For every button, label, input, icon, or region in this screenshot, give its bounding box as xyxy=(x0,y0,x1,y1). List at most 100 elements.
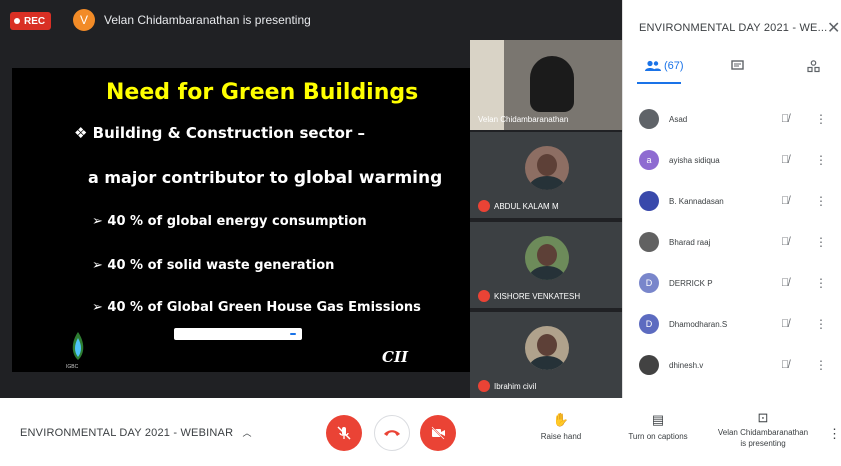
participant-avatar: a xyxy=(639,150,659,170)
presenting-button[interactable]: ⊡ Velan Chidambaranathan is presenting xyxy=(708,410,818,449)
bottom-control-bar: ENVIRONMENTAL DAY 2021 - WEBINAR ︿ ✋ Rai… xyxy=(0,398,841,466)
participant-tile[interactable]: KISHORE VENKATESH xyxy=(470,222,622,308)
presenter-avatar: V xyxy=(73,9,95,31)
participant-tile[interactable]: Velan Chidambaranathan xyxy=(470,40,622,130)
slide-bullet-2b: global warming xyxy=(293,168,443,188)
list-item[interactable]: a ayisha sidiqua 🎙̸ ⋮ xyxy=(623,145,841,175)
meeting-details-panel: ENVIRONMENTAL DAY 2021 - WE... ✕ (67) As… xyxy=(622,0,841,398)
list-item[interactable]: B. Kannadasan 🎙̸ ⋮ xyxy=(623,186,841,216)
tab-activities[interactable] xyxy=(807,60,820,73)
more-options-icon[interactable]: ⋮ xyxy=(815,112,827,126)
igbc-logo-label: IGBC xyxy=(66,364,79,370)
presenting-status: Velan Chidambaranathan is presenting xyxy=(104,13,311,27)
camera-toggle-button[interactable] xyxy=(420,415,456,451)
tab-chat[interactable] xyxy=(731,60,744,72)
participant-name: B. Kannadasan xyxy=(669,196,724,206)
top-bar: REC V Velan Chidambaranathan is presenti… xyxy=(0,0,622,40)
slide-sub-bullet-1: ➢ 40 % of global energy consumption xyxy=(92,214,367,229)
stop-sharing-button[interactable] xyxy=(290,333,296,335)
chat-icon xyxy=(731,60,744,70)
participant-avatar xyxy=(639,355,659,375)
participant-avatar: D xyxy=(639,314,659,334)
hang-up-icon xyxy=(384,430,400,436)
list-item[interactable]: Asad 🎙̸ ⋮ xyxy=(623,104,841,134)
close-icon[interactable]: ✕ xyxy=(827,18,840,38)
camera-feed xyxy=(530,56,574,112)
meeting-title-button[interactable]: ENVIRONMENTAL DAY 2021 - WEBINAR ︿ xyxy=(20,426,252,439)
muted-icon xyxy=(478,290,490,302)
participant-photo xyxy=(525,326,569,370)
list-item[interactable]: D Dhamodharan.S 🎙̸ ⋮ xyxy=(623,309,841,339)
mic-off-icon: 🎙̸ xyxy=(781,277,790,289)
slide-bullet-2a: a major contributor to xyxy=(88,168,289,187)
meeting-title: ENVIRONMENTAL DAY 2021 - WEBINAR xyxy=(20,427,234,439)
raise-hand-button[interactable]: ✋ Raise hand xyxy=(536,412,586,441)
cii-logo: CII xyxy=(382,348,408,366)
slide-bullet-2: a major contributor to global warming xyxy=(88,168,442,188)
participant-avatar xyxy=(639,109,659,129)
muted-icon xyxy=(478,380,490,392)
panel-tabs: (67) xyxy=(623,54,841,84)
activities-icon xyxy=(807,60,820,73)
tile-name-label: ABDUL KALAM M xyxy=(478,200,559,212)
participant-name: DERRICK P xyxy=(669,278,713,288)
meet-window: REC V Velan Chidambaranathan is presenti… xyxy=(0,0,841,466)
mic-off-icon: 🎙̸ xyxy=(781,195,790,207)
captions-icon: ▤ xyxy=(651,412,665,427)
mic-off-icon: 🎙̸ xyxy=(781,113,790,125)
participant-avatar xyxy=(639,232,659,252)
more-options-icon[interactable]: ⋮ xyxy=(815,194,827,208)
slide-sub-bullet-3: ➢ 40 % of Global Green House Gas Emissio… xyxy=(92,300,421,315)
panel-title: ENVIRONMENTAL DAY 2021 - WE... xyxy=(639,22,828,34)
chevron-up-icon: ︿ xyxy=(242,428,252,438)
participant-name: ayisha sidiqua xyxy=(669,155,720,165)
recording-badge: REC xyxy=(10,12,52,30)
people-count: (67) xyxy=(664,60,684,72)
more-options-icon[interactable]: ⋮ xyxy=(815,276,827,290)
tile-name-label: KISHORE VENKATESH xyxy=(478,290,580,302)
present-screen-icon: ⊡ xyxy=(757,410,769,425)
captions-label: Turn on captions xyxy=(628,432,688,441)
hand-icon: ✋ xyxy=(552,412,570,427)
participant-avatar xyxy=(639,191,659,211)
participant-tile[interactable]: ABDUL KALAM M xyxy=(470,132,622,218)
list-item[interactable]: Bharad raaj 🎙̸ ⋮ xyxy=(623,227,841,257)
participant-avatar: D xyxy=(639,273,659,293)
captions-button[interactable]: ▤ Turn on captions xyxy=(618,412,698,441)
active-tab-indicator xyxy=(637,82,681,84)
tile-name-label: Velan Chidambaranathan xyxy=(478,115,569,124)
more-options-icon[interactable]: ⋮ xyxy=(815,358,827,372)
slide-sub-bullet-2: ➢ 40 % of solid waste generation xyxy=(92,258,335,273)
mic-off-icon xyxy=(337,426,351,440)
raise-hand-label: Raise hand xyxy=(540,432,582,441)
more-options-icon[interactable]: ⋮ xyxy=(815,317,827,331)
participant-photo xyxy=(525,146,569,190)
tile-name-label: Ibrahim civil xyxy=(478,380,536,392)
camera-off-icon xyxy=(431,426,445,440)
participant-name: dhinesh.v xyxy=(669,360,704,370)
participant-name: Asad xyxy=(669,114,688,124)
people-icon xyxy=(645,60,661,71)
screen-share-notice xyxy=(174,328,302,340)
rec-label: REC xyxy=(24,15,46,27)
mic-off-icon: 🎙̸ xyxy=(781,359,790,371)
presenting-label-1: Velan Chidambaranathan xyxy=(717,428,809,437)
mic-off-icon: 🎙̸ xyxy=(781,154,790,166)
mic-off-icon: 🎙̸ xyxy=(781,318,790,330)
muted-icon xyxy=(478,200,490,212)
mic-off-icon: 🎙̸ xyxy=(781,236,790,248)
more-options-icon[interactable]: ⋮ xyxy=(815,235,827,249)
more-options-icon[interactable]: ⋮ xyxy=(815,153,827,167)
participant-name: Dhamodharan.S xyxy=(669,319,728,329)
list-item[interactable]: D DERRICK P 🎙̸ ⋮ xyxy=(623,268,841,298)
slide-bullet-1: ❖ Building & Construction sector – xyxy=(74,124,366,142)
participant-tile[interactable]: Ibrahim civil xyxy=(470,312,622,398)
microphone-toggle-button[interactable] xyxy=(326,415,362,451)
leave-call-button[interactable] xyxy=(374,415,410,451)
record-dot-icon xyxy=(14,18,20,24)
tab-people[interactable]: (67) xyxy=(645,60,684,72)
igbc-logo-icon xyxy=(72,332,84,360)
list-item[interactable]: dhinesh.v 🎙̸ ⋮ xyxy=(623,350,841,380)
more-options-icon[interactable]: ⋮ xyxy=(828,426,841,442)
participant-name: Bharad raaj xyxy=(669,237,711,247)
